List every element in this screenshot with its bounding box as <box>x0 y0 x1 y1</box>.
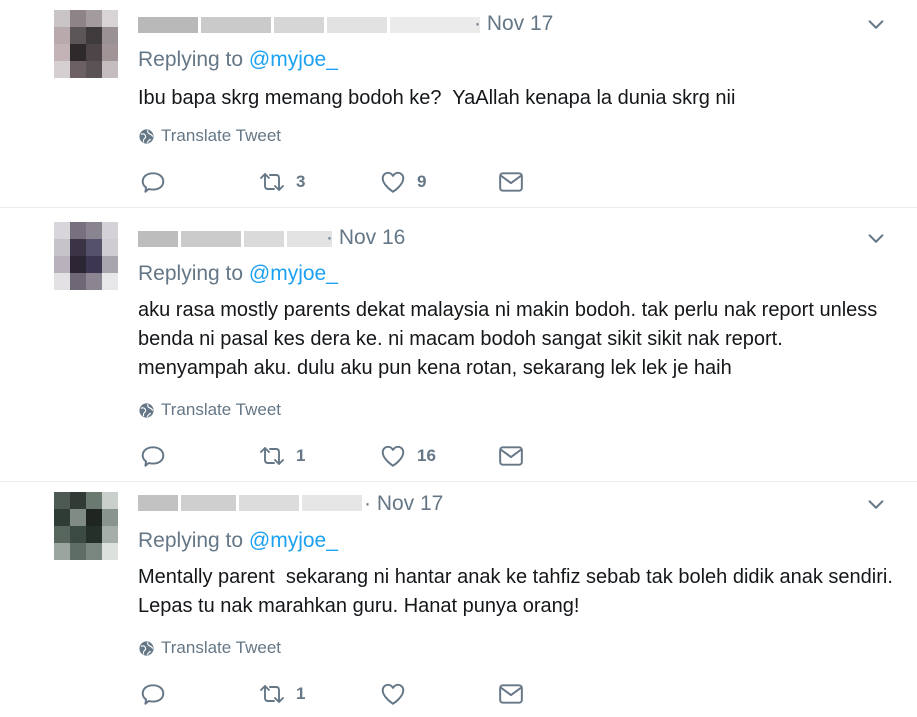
like-icon <box>381 683 405 705</box>
direct-message-button[interactable] <box>498 442 524 470</box>
translate-tweet-link[interactable]: Translate Tweet <box>138 126 281 146</box>
author-name-obscured[interactable] <box>138 494 365 512</box>
translate-tweet-link[interactable]: Translate Tweet <box>138 638 281 658</box>
chevron-down-icon[interactable] <box>865 228 887 250</box>
replying-handle-link[interactable]: @myjoe_ <box>249 262 338 285</box>
retweet-count: 1 <box>296 446 306 465</box>
like-button[interactable]: 9 <box>379 168 426 196</box>
tweet-actions: 3 9 <box>140 168 540 196</box>
reply-icon <box>141 684 165 705</box>
avatar[interactable] <box>54 222 118 290</box>
like-button[interactable]: 16 <box>379 442 436 470</box>
reply-button[interactable] <box>140 442 166 470</box>
direct-message-icon <box>499 446 523 466</box>
translate-label: Translate Tweet <box>161 400 282 419</box>
direct-message-icon <box>499 684 523 704</box>
tweet-text: aku rasa mostly parents dekat malaysia n… <box>138 299 883 379</box>
translate-label: Translate Tweet <box>161 638 282 657</box>
like-count: 16 <box>417 446 436 465</box>
retweet-icon <box>260 173 284 191</box>
chevron-down-icon[interactable] <box>865 14 887 36</box>
chevron-down-icon[interactable] <box>865 494 887 516</box>
author-name-obscured[interactable] <box>138 230 335 248</box>
replying-handle-link[interactable]: @myjoe_ <box>249 529 338 552</box>
tweet-reply-2[interactable]: · Nov 16 Replying to @myjoe_ aku rasa mo… <box>0 208 917 482</box>
like-button[interactable] <box>379 680 417 708</box>
retweet-button[interactable]: 1 <box>258 680 305 708</box>
translate-tweet-link[interactable]: Translate Tweet <box>138 400 281 420</box>
direct-message-button[interactable] <box>498 168 524 196</box>
retweet-count: 1 <box>296 684 306 703</box>
replying-prefix: Replying to <box>138 262 244 285</box>
reply-button[interactable] <box>140 680 166 708</box>
replying-to: Replying to @myjoe_ <box>138 261 338 287</box>
avatar[interactable] <box>54 10 118 78</box>
like-count: 9 <box>417 172 427 191</box>
translate-label: Translate Tweet <box>161 126 282 145</box>
replying-to: Replying to @myjoe_ <box>138 47 338 73</box>
tweet-text: Mentally parent sekarang ni hantar anak … <box>138 566 899 617</box>
retweet-button[interactable]: 1 <box>258 442 305 470</box>
tweet-text: Ibu bapa skrg memang bodoh ke? YaAllah k… <box>138 87 736 109</box>
replying-handle-link[interactable]: @myjoe_ <box>249 48 338 71</box>
direct-message-button[interactable] <box>498 680 524 708</box>
globe-icon <box>139 402 154 418</box>
retweet-icon <box>260 685 284 703</box>
author-name-obscured[interactable] <box>138 16 483 34</box>
tweet-date[interactable]: · Nov 17 <box>474 12 553 36</box>
reply-icon <box>141 446 165 467</box>
tweet-date[interactable]: · Nov 17 <box>364 492 443 516</box>
avatar[interactable] <box>54 492 118 560</box>
tweet-reply-3[interactable]: · Nov 17 Replying to @myjoe_ Mentally pa… <box>0 482 917 717</box>
tweet-date[interactable]: · Nov 16 <box>326 226 405 250</box>
direct-message-icon <box>499 172 523 192</box>
globe-icon <box>139 640 154 656</box>
replying-prefix: Replying to <box>138 48 244 71</box>
replying-prefix: Replying to <box>138 529 244 552</box>
tweet-reply-1[interactable]: · Nov 17 Replying to @myjoe_ Ibu bapa sk… <box>0 0 917 208</box>
retweet-count: 3 <box>296 172 306 191</box>
reply-icon <box>141 172 165 193</box>
tweet-actions: 1 <box>140 680 540 708</box>
reply-button[interactable] <box>140 168 166 196</box>
like-icon <box>381 171 405 193</box>
tweet-actions: 1 16 <box>140 442 540 470</box>
retweet-button[interactable]: 3 <box>258 168 305 196</box>
replying-to: Replying to @myjoe_ <box>138 528 338 554</box>
globe-icon <box>139 128 154 144</box>
like-icon <box>381 445 405 467</box>
retweet-icon <box>260 447 284 465</box>
